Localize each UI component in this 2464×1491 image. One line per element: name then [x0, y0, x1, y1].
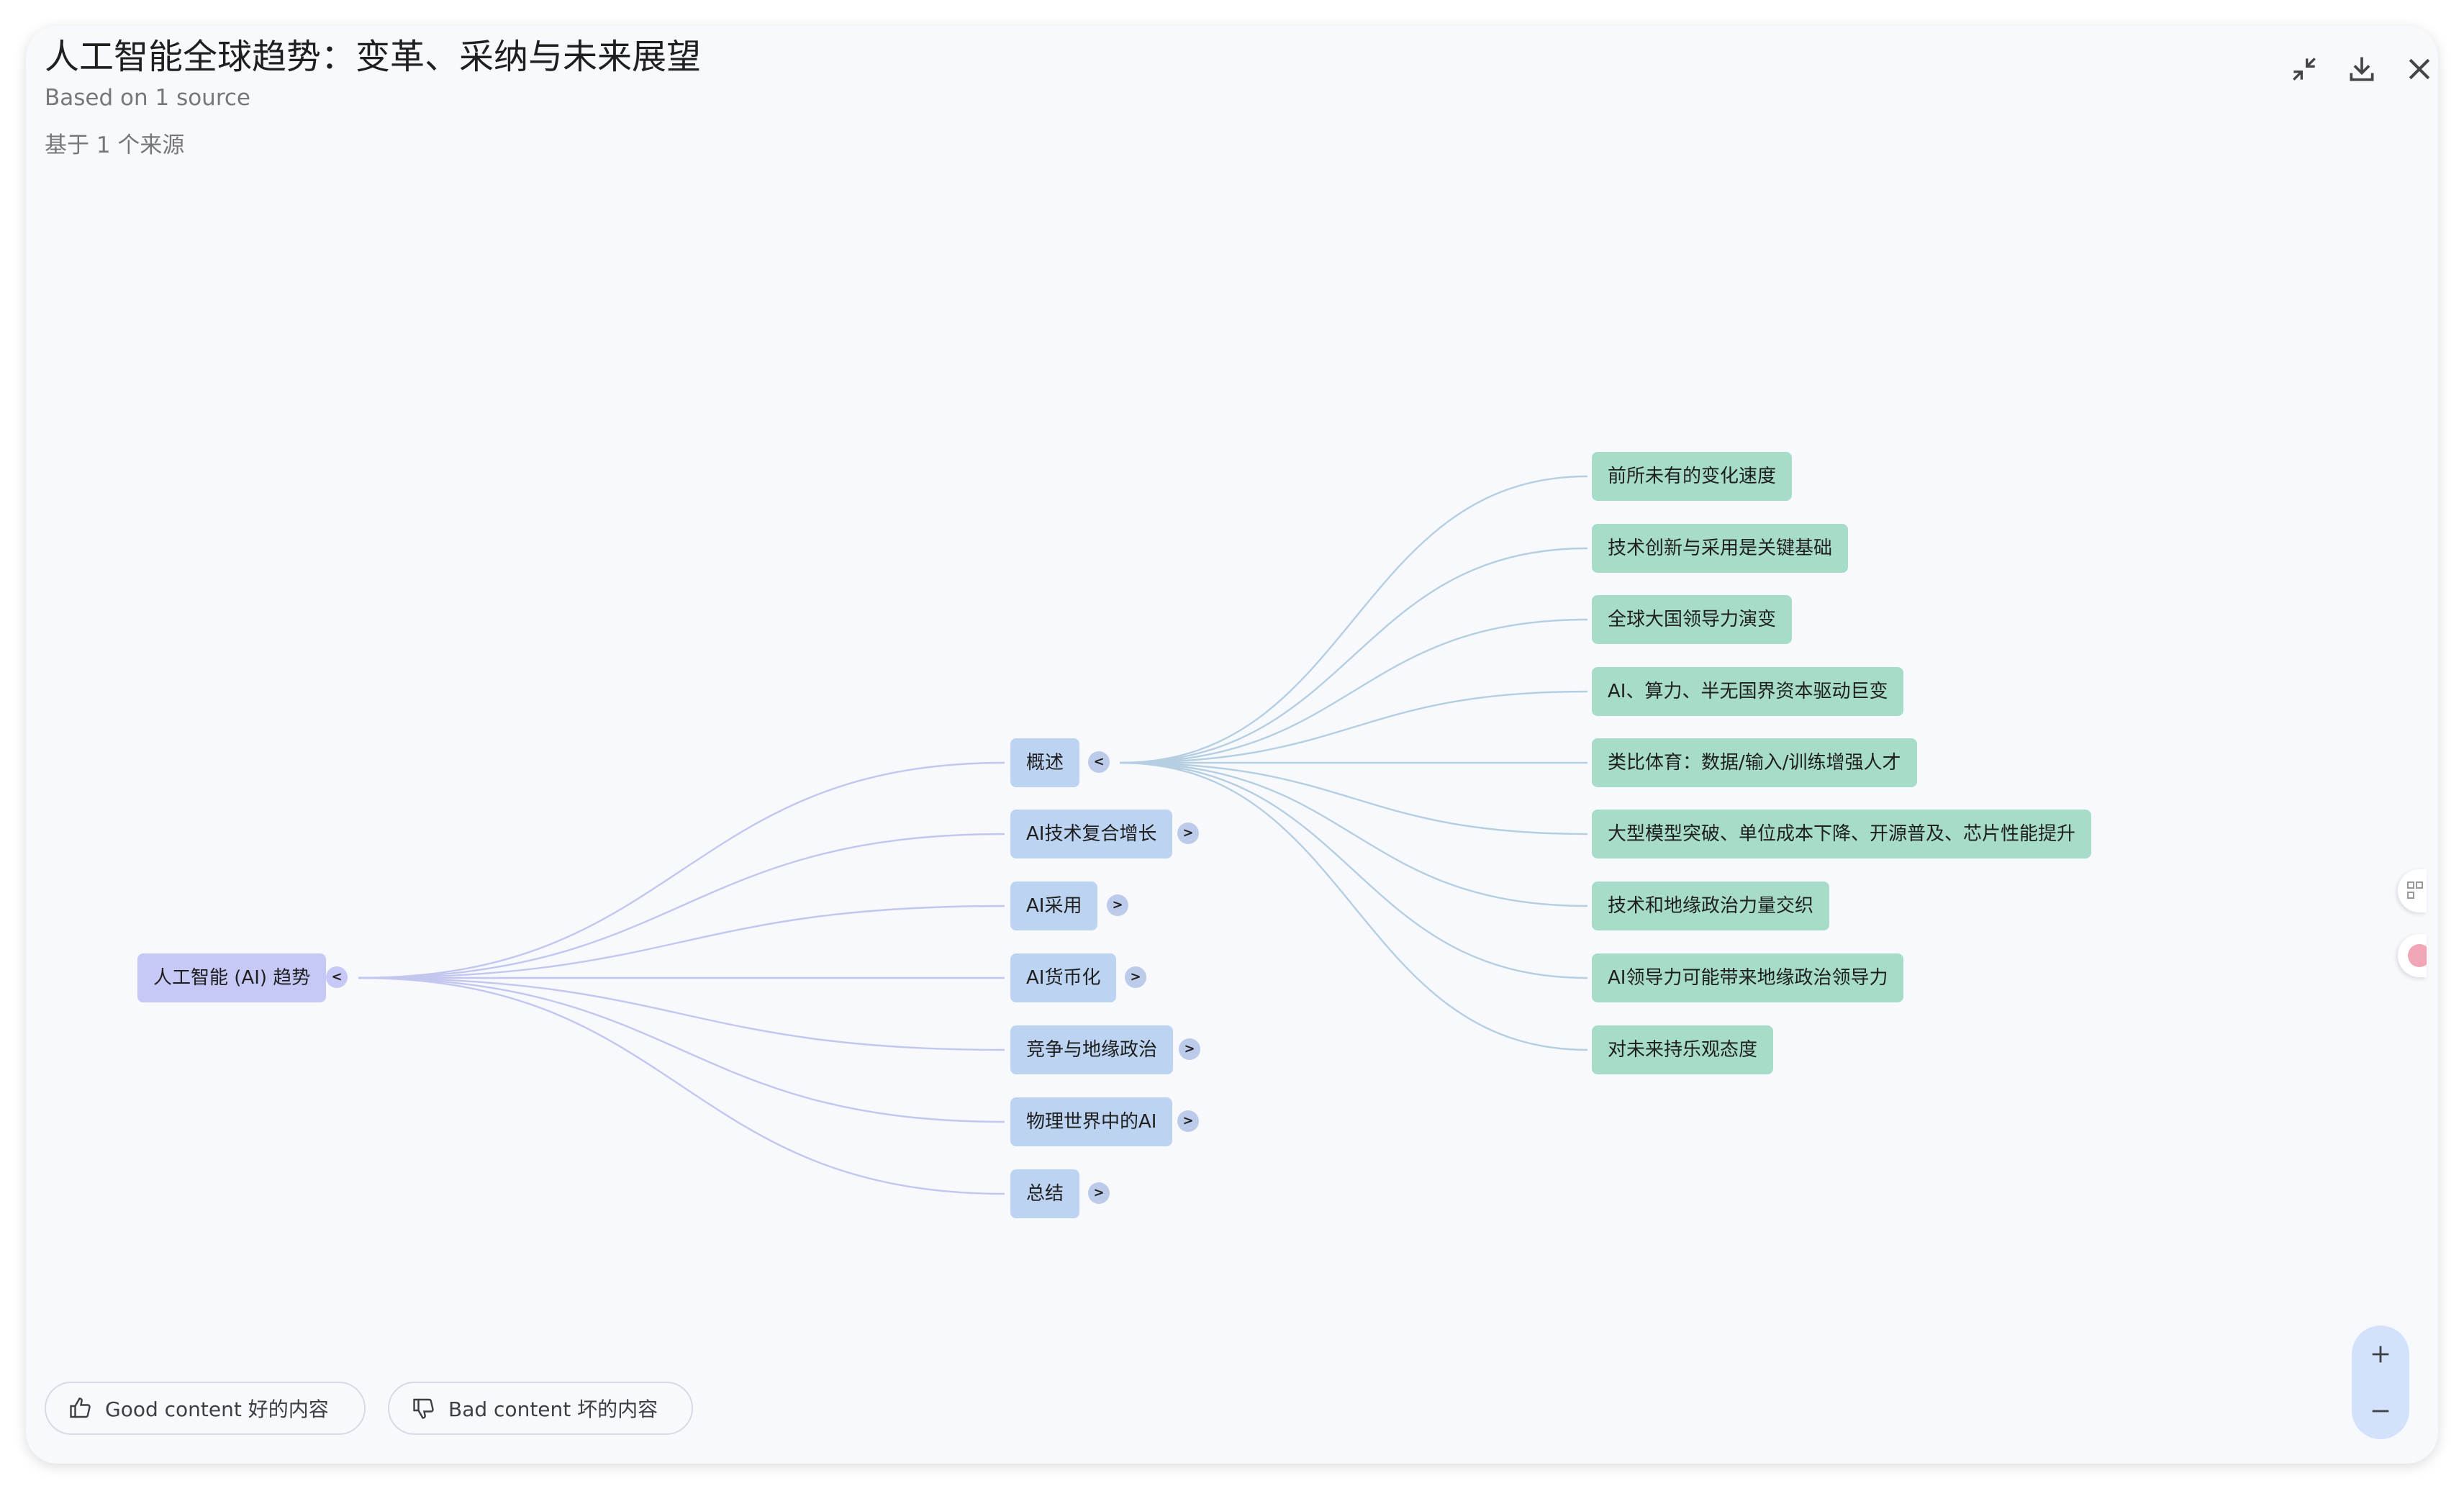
branch-node-summary[interactable]: 总结: [1010, 1169, 1080, 1218]
branch-toggle-button[interactable]: <: [1088, 751, 1110, 773]
branch-node-label: 竞争与地缘政治: [1026, 1039, 1158, 1061]
branch-node-ai-tech-growth[interactable]: AI技术复合增长: [1010, 810, 1173, 858]
overview-leaf-link: [1119, 547, 1588, 764]
branch-toggle-button[interactable]: >: [1125, 966, 1146, 988]
leaf-node-label: 全球大国领导力演变: [1608, 609, 1777, 630]
plus-icon: [2372, 1346, 2389, 1362]
branch-node-competition-geopolitics[interactable]: 竞争与地缘政治: [1010, 1025, 1174, 1074]
overview-leaf-link: [1119, 761, 1588, 979]
leaf-node[interactable]: AI、算力、半无国界资本驱动巨变: [1592, 667, 1904, 716]
branch-node-label: 总结: [1026, 1183, 1064, 1205]
overview-leaf-link: [1119, 761, 1588, 1051]
zoom-in-button[interactable]: [2352, 1325, 2409, 1382]
branch-node-label: AI货币化: [1026, 967, 1101, 989]
bad-content-button[interactable]: Bad content 坏的内容: [388, 1382, 693, 1435]
leaf-node-label: AI、算力、半无国界资本驱动巨变: [1608, 681, 1888, 702]
good-content-label: Good content 好的内容: [105, 1397, 329, 1421]
bad-content-label: Bad content 坏的内容: [448, 1397, 658, 1421]
good-content-button[interactable]: Good content 好的内容: [45, 1382, 366, 1435]
root-node[interactable]: 人工智能 (AI) 趋势: [137, 953, 327, 1002]
root-branch-link: [358, 976, 1005, 1195]
overview-leaf-link: [1119, 618, 1588, 764]
branch-node-label: 概述: [1026, 752, 1064, 774]
leaf-node-label: 前所未有的变化速度: [1608, 466, 1777, 487]
branch-node-label: AI技术复合增长: [1026, 823, 1157, 845]
root-branch-link: [358, 976, 1005, 1051]
root-node-label: 人工智能 (AI) 趋势: [153, 967, 311, 989]
root-branch-link: [358, 833, 1005, 979]
thumbs-up-icon: [70, 1397, 91, 1418]
leaf-node[interactable]: 前所未有的变化速度: [1592, 452, 1793, 501]
leaf-node[interactable]: AI领导力可能带来地缘政治领导力: [1592, 953, 1904, 1002]
branch-node-label: AI采用: [1026, 895, 1082, 917]
root-branch-link: [358, 905, 1005, 979]
leaf-node[interactable]: 技术创新与采用是关键基础: [1592, 524, 1849, 573]
leaf-node-label: AI领导力可能带来地缘政治领导力: [1608, 967, 1888, 989]
branch-toggle-button[interactable]: >: [1107, 894, 1128, 916]
root-toggle-button[interactable]: <: [326, 966, 348, 988]
branch-toggle-button[interactable]: >: [1088, 1182, 1110, 1204]
leaf-node-label: 类比体育：数据/输入/训练增强人才: [1608, 752, 1901, 774]
branch-toggle-button[interactable]: >: [1177, 822, 1199, 844]
leaf-node[interactable]: 全球大国领导力演变: [1592, 595, 1793, 644]
root-branch-link: [358, 761, 1005, 979]
branch-node-ai-adoption[interactable]: AI采用: [1010, 882, 1098, 930]
branch-node-label: 物理世界中的AI: [1026, 1111, 1157, 1133]
leaf-node[interactable]: 对未来持乐观态度: [1592, 1025, 1774, 1074]
leaf-node-label: 大型模型突破、单位成本下降、开源普及、芯片性能提升: [1608, 823, 2076, 845]
branch-node-overview[interactable]: 概述: [1010, 738, 1080, 787]
leaf-node[interactable]: 技术和地缘政治力量交织: [1592, 882, 1830, 930]
branch-toggle-button[interactable]: >: [1179, 1038, 1200, 1060]
root-branch-link: [358, 976, 1005, 1123]
leaf-node-label: 技术和地缘政治力量交织: [1608, 895, 1814, 917]
zoom-controls: [2352, 1325, 2409, 1439]
branch-node-physical-world-ai[interactable]: 物理世界中的AI: [1010, 1097, 1173, 1146]
thumbs-down-icon: [413, 1398, 434, 1419]
branch-node-ai-monetization[interactable]: AI货币化: [1010, 953, 1117, 1002]
mindmap-dialog: 人工智能全球趋势：变革、采纳与未来展望 Based on 1 source 基于…: [26, 26, 2438, 1464]
mindmap-canvas[interactable]: 人工智能 (AI) 趋势 < 概述 < AI技术复合增长 > AI采用 > AI…: [26, 26, 2438, 1464]
mindmap-links: [358, 475, 1588, 1195]
overview-leaf-link: [1119, 475, 1588, 764]
minus-icon: [2372, 1410, 2389, 1412]
branch-toggle-button[interactable]: >: [1177, 1110, 1199, 1132]
zoom-out-button[interactable]: [2352, 1382, 2409, 1439]
leaf-node-label: 对未来持乐观态度: [1608, 1039, 1758, 1061]
leaf-node[interactable]: 类比体育：数据/输入/训练增强人才: [1592, 738, 1917, 787]
leaf-node[interactable]: 大型模型突破、单位成本下降、开源普及、芯片性能提升: [1592, 810, 2092, 858]
leaf-node-label: 技术创新与采用是关键基础: [1608, 538, 1833, 559]
